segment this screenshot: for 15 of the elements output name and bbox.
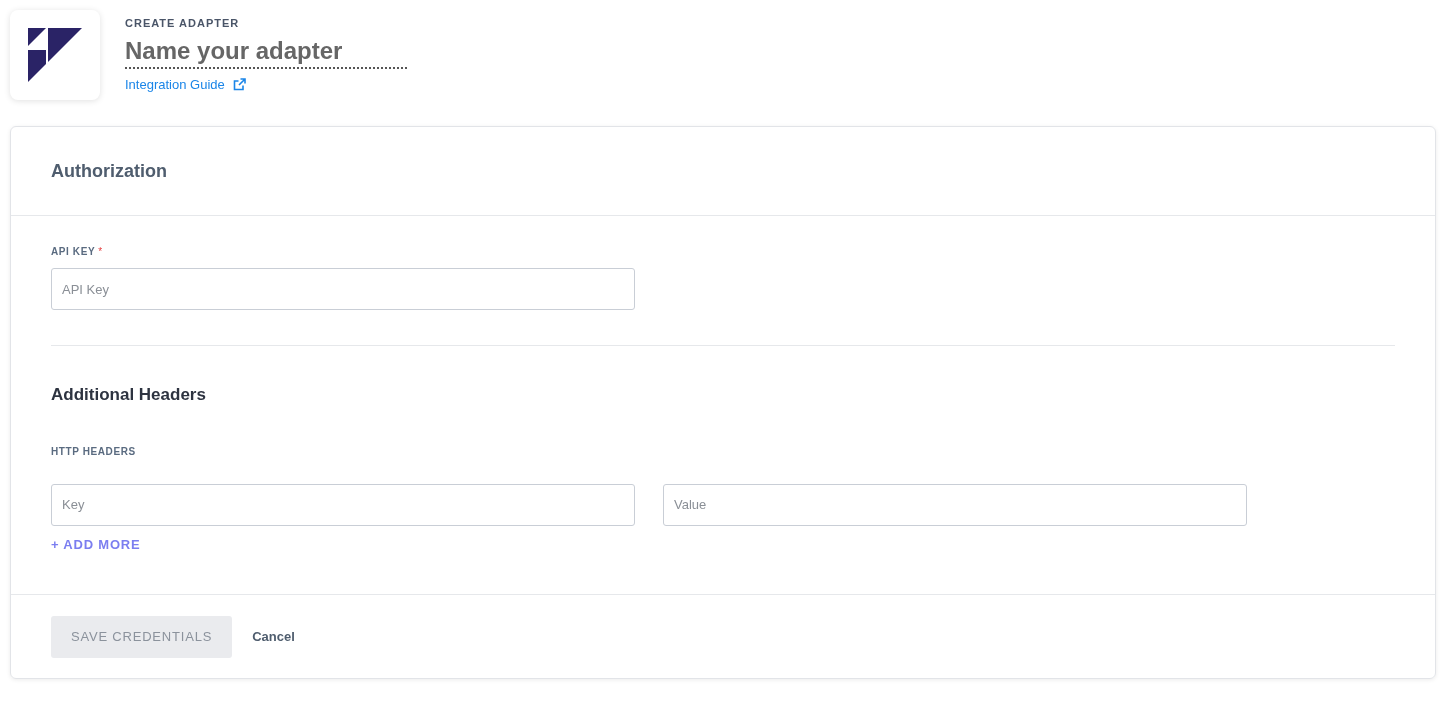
logo-icon: [28, 28, 82, 82]
field-label: HTTP HEADERS: [51, 445, 136, 457]
adapter-name-field[interactable]: Name your adapter: [125, 35, 407, 69]
integration-guide-link[interactable]: Integration Guide: [125, 74, 407, 94]
api-key-field[interactable]: API Key: [51, 268, 635, 310]
card-title: Authorization: [51, 159, 167, 183]
add-more-link[interactable]: + ADD MORE: [51, 534, 141, 554]
section-title: Additional Headers: [51, 385, 206, 404]
external-link-icon: [232, 77, 246, 91]
page-eyebrow: CREATE ADAPTER: [125, 16, 241, 31]
field-label: API KEY: [51, 245, 96, 259]
cancel-button[interactable]: Cancel: [252, 626, 295, 647]
header-value-field[interactable]: Value: [663, 483, 1247, 526]
required-mark: *: [98, 245, 103, 259]
header-key-field[interactable]: Key: [51, 483, 635, 526]
